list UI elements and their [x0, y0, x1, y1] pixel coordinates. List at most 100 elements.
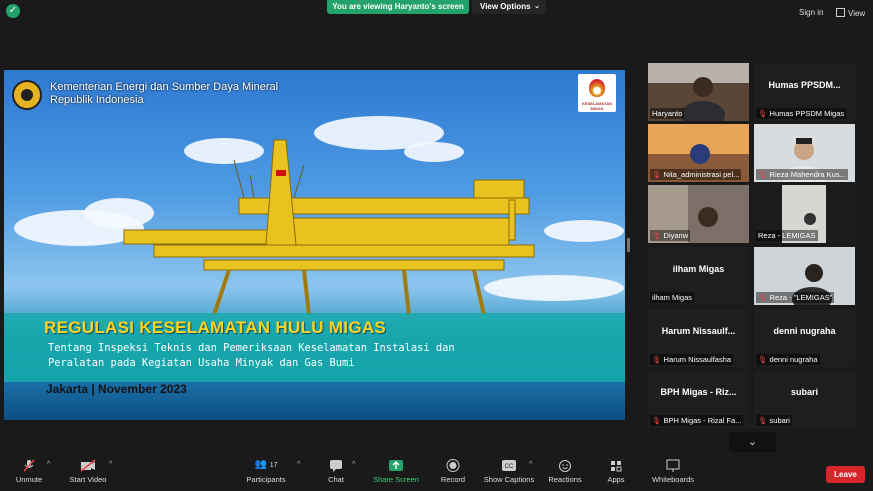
slide-subtitle-line2: Peralatan pada Kegiatan Usaha Minyak dan… — [48, 357, 355, 369]
participants-button[interactable]: 👥 17 Participants — [244, 459, 288, 484]
mic-muted-icon: 🎙 — [652, 355, 662, 364]
leave-button[interactable]: Leave — [826, 466, 865, 483]
chat-label: Chat — [328, 475, 344, 484]
participant-display-name: BPH Migas - Riz... — [660, 387, 737, 397]
participant-name: 🎙 Harum Nissaulfasha — [650, 354, 734, 365]
view-options-button[interactable]: View Options ⌄ — [472, 0, 546, 14]
split-resize-handle[interactable] — [627, 238, 630, 252]
participant-name: 🎙 Humas PPSDM Migas — [756, 108, 847, 119]
apps-button[interactable]: Apps — [603, 459, 629, 484]
captions-icon: CC — [502, 460, 516, 471]
video-options-caret[interactable]: ^ — [109, 461, 112, 468]
share-screen-button[interactable]: Share Screen — [370, 459, 422, 484]
participant-name: Reza - LEMIGAS — [756, 230, 818, 241]
view-button[interactable]: View — [836, 8, 865, 18]
mic-muted-icon: 🎙 — [652, 231, 662, 240]
unmute-button[interactable]: Unmute — [14, 459, 44, 484]
audio-options-caret[interactable]: ^ — [47, 461, 50, 468]
record-label: Record — [440, 475, 466, 484]
participant-name: 🎙 BPH Migas - Rizal Fa... — [650, 415, 744, 426]
gallery-scroll-down-button[interactable]: ⌄ — [729, 432, 776, 452]
participant-tile[interactable]: 🎙 Diyanw — [648, 185, 749, 243]
captions-options-caret[interactable]: ^ — [529, 461, 532, 468]
participants-label: Participants — [246, 475, 286, 484]
keselamatan-migas-logo-icon: KESELAMATAN MIGAS — [578, 74, 616, 112]
participant-name: 🎙 Nita_administrasi pel... — [650, 169, 742, 180]
participant-tile[interactable]: BPH Migas - Riz... 🎙 BPH Migas - Rizal Fa… — [648, 370, 749, 428]
whiteboard-icon — [666, 459, 680, 472]
participant-tile[interactable]: 🎙 Rieza Mahendra Kus... — [754, 124, 855, 182]
participant-display-name: denni nugraha — [773, 326, 836, 336]
esdm-logo-icon — [12, 80, 42, 110]
security-shield-icon[interactable]: ✓ — [6, 4, 20, 18]
participant-name: 🎙 subari — [756, 415, 792, 426]
participant-display-name: Harum Nissaulf... — [661, 326, 736, 336]
participants-options-caret[interactable]: ^ — [297, 461, 300, 468]
whiteboards-button[interactable]: Whiteboards — [648, 459, 698, 484]
mic-muted-icon: 🎙 — [758, 109, 768, 118]
participant-tile[interactable]: 🎙 Nita_administrasi pel... — [648, 124, 749, 182]
viewing-screen-banner: You are viewing Haryanto's screen — [327, 0, 469, 14]
mic-muted-icon: 🎙 — [652, 170, 662, 179]
whiteboards-label: Whiteboards — [651, 475, 695, 484]
participants-icon: 👥 17 — [254, 459, 278, 470]
unmute-label: Unmute — [15, 475, 43, 484]
participant-name: 🎙 Reza - "LEMIGAS" — [756, 292, 835, 303]
reactions-button[interactable]: Reactions — [546, 459, 584, 484]
start-video-label: Start Video — [69, 475, 107, 484]
participant-display-name: subari — [790, 387, 818, 397]
record-icon — [446, 459, 460, 472]
participant-display-name: ilham Migas — [672, 264, 725, 274]
participant-tile[interactable]: 🎙 Reza - "LEMIGAS" — [754, 247, 855, 305]
start-video-button[interactable]: Start Video — [66, 459, 110, 484]
chat-icon — [330, 460, 342, 472]
ministry-country: Republik Indonesia — [50, 94, 144, 106]
chat-button[interactable]: Chat — [322, 459, 350, 484]
participant-name: 🎙 denni nugraha — [756, 354, 820, 365]
mic-muted-icon: 🎙 — [758, 293, 768, 302]
ministry-name: Kementerian Energi dan Sumber Daya Miner… — [50, 81, 279, 93]
mic-muted-icon: 🎙 — [652, 416, 662, 425]
view-label: View — [848, 9, 866, 18]
chevron-down-icon: ⌄ — [747, 436, 758, 448]
shared-screen-slide: Kementerian Energi dan Sumber Daya Miner… — [4, 70, 625, 420]
participants-count: 17 — [269, 462, 278, 469]
participant-name: 🎙 Rieza Mahendra Kus... — [756, 169, 848, 180]
reactions-label: Reactions — [548, 475, 582, 484]
mic-muted-icon: 🎙 — [758, 170, 768, 179]
participant-tile[interactable]: Humas PPSDM... 🎙 Humas PPSDM Migas — [754, 63, 855, 121]
participant-name: ilham Migas — [650, 292, 695, 303]
mic-muted-icon — [23, 459, 35, 472]
share-screen-label: Share Screen — [373, 475, 419, 484]
video-off-icon — [80, 459, 96, 472]
participant-tile-active-speaker[interactable]: Reza - LEMIGAS — [754, 185, 855, 243]
show-captions-label: Show Captions — [483, 475, 535, 484]
participant-name: Haryanto — [650, 108, 685, 119]
participant-tile[interactable]: Harum Nissaulf... 🎙 Harum Nissaulfasha — [648, 309, 749, 367]
share-screen-icon — [389, 460, 403, 471]
svg-text:CC: CC — [505, 464, 514, 470]
logo-label: KESELAMATAN MIGAS — [581, 101, 613, 111]
meeting-toolbar: Unmute ^ Start Video ^ 👥 17 Participants… — [0, 455, 873, 491]
participant-tile[interactable]: Haryanto — [648, 63, 749, 121]
mic-muted-icon: 🎙 — [758, 355, 768, 364]
participant-display-name: Humas PPSDM... — [768, 80, 841, 90]
reactions-smiley-icon — [559, 460, 571, 472]
slide-title: REGULASI KESELAMATAN HULU MIGAS — [44, 318, 387, 337]
slide-subtitle-line1: Tentang Inspeksi Teknis dan Pemeriksaan … — [48, 342, 455, 354]
chat-options-caret[interactable]: ^ — [352, 461, 355, 468]
flame-icon — [589, 79, 605, 97]
apps-icon — [611, 461, 622, 472]
view-options-label: View Options — [480, 2, 531, 11]
slide-date: Jakarta | November 2023 — [46, 382, 187, 396]
mic-muted-icon: 🎙 — [758, 416, 768, 425]
record-button[interactable]: Record — [437, 459, 469, 484]
participant-tile[interactable]: ilham Migas ilham Migas — [648, 247, 749, 305]
chevron-down-icon: ⌄ — [534, 3, 540, 10]
participant-tile[interactable]: subari 🎙 subari — [754, 370, 855, 428]
participant-name: 🎙 Diyanw — [650, 230, 691, 241]
grid-icon — [836, 8, 845, 17]
participant-tile[interactable]: denni nugraha 🎙 denni nugraha — [754, 309, 855, 367]
top-bar: ✓ You are viewing Haryanto's screen View… — [0, 0, 873, 22]
sign-in-link[interactable]: Sign in — [799, 8, 823, 17]
